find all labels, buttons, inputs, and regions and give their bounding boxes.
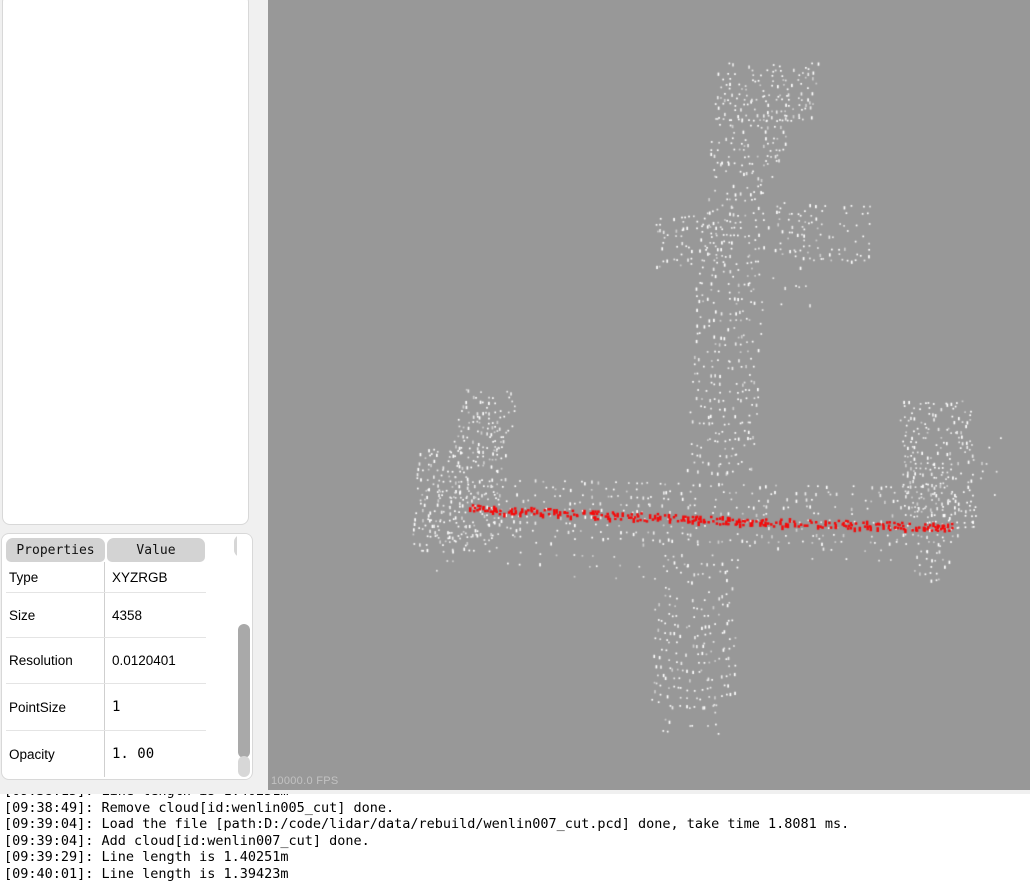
table-row-pointsize: PointSize 1 [6, 684, 206, 731]
properties-panel: Properties Value Type XYZRGB Size 4358 R… [1, 533, 253, 780]
property-label: Opacity [6, 731, 105, 777]
scrollbar-thumb[interactable] [238, 624, 250, 758]
pointcloud-canvas[interactable] [268, 0, 1030, 790]
log-line: [09:38:49]: Remove cloud[id:wenlin005_cu… [4, 799, 395, 816]
log-line: [09:40:01]: Line length is 1.39423m [4, 865, 289, 882]
properties-scrollbar [237, 534, 251, 779]
log-line: [09:39:29]: Line length is 1.40251m [4, 849, 289, 865]
property-label: Size [6, 593, 105, 637]
table-row-type: Type XYZRGB [6, 562, 206, 593]
table-row-opacity: Opacity 1. 00 [6, 731, 206, 777]
property-value[interactable]: XYZRGB [105, 562, 205, 592]
fps-counter: 10000.0 FPS [271, 775, 339, 787]
properties-column-header[interactable]: Properties [6, 538, 105, 562]
cloud-tree-panel[interactable] [2, 0, 249, 525]
property-value[interactable]: 4358 [105, 593, 205, 637]
property-label: Type [6, 562, 105, 592]
log-line: [09:39:04]: Load the file [path:D:/code/… [4, 816, 850, 832]
log-console[interactable]: [09:38:15]: Line length is 1.40251m [09:… [0, 794, 1030, 895]
log-lines: [09:38:15]: Line length is 1.40251m [09:… [0, 794, 1030, 882]
property-value[interactable]: 1. 00 [105, 731, 205, 777]
property-value[interactable]: 0.0120401 [105, 638, 205, 683]
pointcloud-viewport[interactable]: 10000.0 FPS [268, 0, 1030, 790]
table-row-size: Size 4358 [6, 593, 206, 638]
table-row-resolution: Resolution 0.0120401 [6, 638, 206, 684]
property-label: Resolution [6, 638, 105, 683]
properties-table-header: Properties Value [2, 534, 252, 562]
properties-table: Type XYZRGB Size 4358 Resolution 0.01204… [6, 562, 206, 777]
scrollbar-bottom-cap[interactable] [238, 756, 250, 777]
log-line: [09:39:04]: Add cloud[id:wenlin007_cut] … [4, 832, 370, 849]
property-value[interactable]: 1 [105, 684, 205, 730]
property-label: PointSize [6, 684, 105, 730]
value-column-header[interactable]: Value [107, 538, 205, 562]
